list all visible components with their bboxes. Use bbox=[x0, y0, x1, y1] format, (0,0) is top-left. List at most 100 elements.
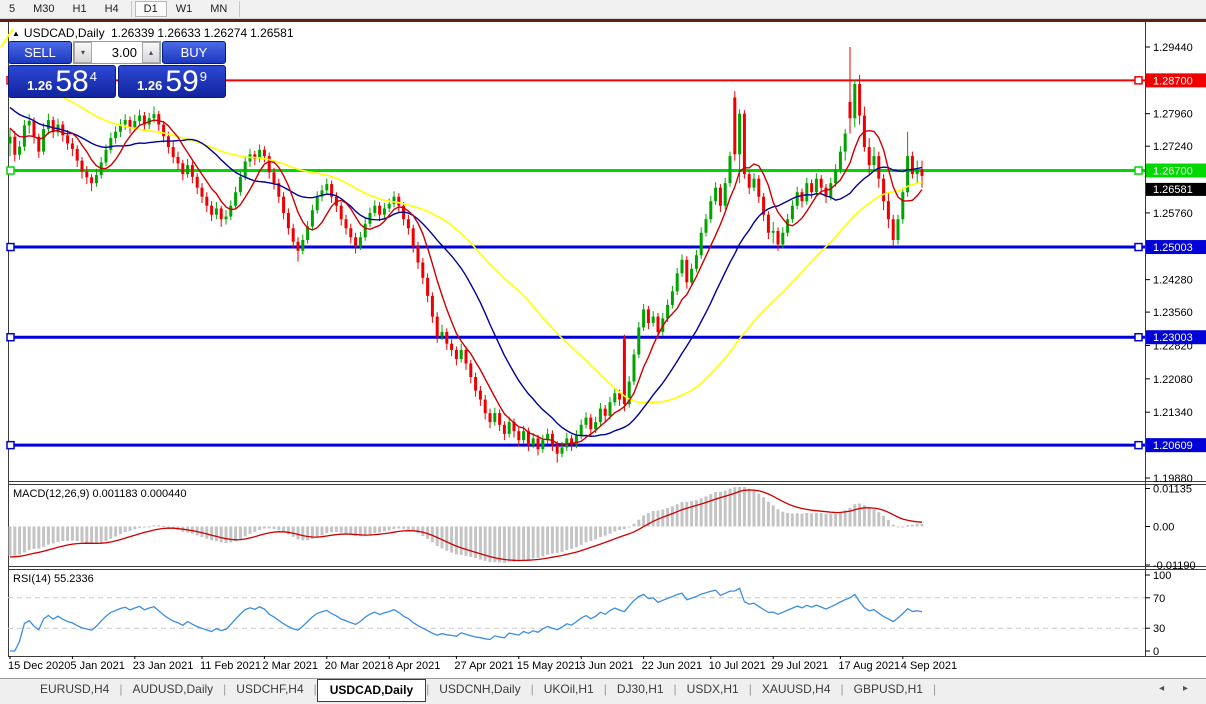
rsi-scale-label: 0 bbox=[1153, 646, 1159, 658]
date-tick-label: 3 Jun 2021 bbox=[579, 660, 633, 672]
timeframe-button-h1[interactable]: H1 bbox=[64, 1, 96, 17]
candle-down bbox=[766, 214, 770, 233]
timeframe-button-d1[interactable]: D1 bbox=[134, 1, 167, 17]
timeframe-button-h4[interactable]: H4 bbox=[96, 1, 128, 17]
candle-up bbox=[214, 208, 218, 215]
tab-scroll-arrows[interactable]: ◂ ▸ bbox=[1159, 679, 1206, 694]
hline-handle bbox=[1134, 242, 1143, 252]
candle-up bbox=[915, 169, 919, 175]
pane-frames bbox=[8, 22, 1206, 657]
candle-up bbox=[373, 205, 377, 213]
price-tick-label: 1.23560 bbox=[1153, 307, 1193, 319]
candle-down bbox=[882, 178, 886, 202]
date-tick-label: 20 Mar 2021 bbox=[325, 660, 387, 672]
candle-up bbox=[829, 183, 833, 197]
buy-price-main: 59 bbox=[165, 65, 199, 98]
tab-usdx-h1[interactable]: USDX,H1 bbox=[677, 679, 749, 700]
candle-down bbox=[291, 228, 295, 242]
candle-up bbox=[493, 413, 497, 423]
candle-up bbox=[690, 268, 694, 283]
date-tick-label: 10 Jul 2021 bbox=[709, 660, 766, 672]
candle-down bbox=[483, 399, 487, 414]
rsi-pane: 100 70 30 0 bbox=[8, 570, 1171, 658]
tab-xauusd-h4[interactable]: XAUUSD,H4 bbox=[752, 679, 841, 700]
candle-up bbox=[224, 216, 228, 220]
candle-up bbox=[723, 183, 727, 206]
candle-up bbox=[795, 192, 799, 206]
timeframe-button-w1[interactable]: W1 bbox=[167, 1, 202, 17]
candle-up bbox=[709, 201, 713, 220]
sell-button[interactable]: SELL bbox=[8, 41, 72, 64]
tab-audusd-daily[interactable]: AUDUSD,Daily bbox=[122, 679, 223, 700]
candle-up bbox=[392, 196, 396, 204]
candle-up bbox=[651, 316, 655, 323]
candle-up bbox=[670, 291, 674, 305]
candle-up bbox=[109, 138, 113, 150]
candle-down bbox=[742, 113, 746, 175]
price-tick-label: 1.25760 bbox=[1153, 208, 1193, 220]
volume-input[interactable]: 3.00 bbox=[92, 42, 142, 63]
tab-usdcnh-daily[interactable]: USDCNH,Daily bbox=[429, 679, 530, 700]
candle-down bbox=[622, 339, 626, 405]
timeframe-button-5[interactable]: 5 bbox=[0, 1, 24, 17]
hline-handle bbox=[6, 440, 15, 450]
hline-handle bbox=[6, 242, 15, 252]
candle-down bbox=[75, 148, 79, 161]
date-tick-label: 4 Sep 2021 bbox=[901, 660, 957, 672]
candle-down bbox=[349, 228, 353, 238]
candle-up bbox=[546, 433, 550, 441]
candle-down bbox=[867, 147, 871, 166]
candle-down bbox=[330, 184, 334, 197]
candle-up bbox=[138, 115, 142, 121]
timeframe-button-mn[interactable]: MN bbox=[201, 1, 236, 17]
tab-usdchf-h4[interactable]: USDCHF,H4 bbox=[226, 679, 313, 700]
candle-down bbox=[253, 154, 257, 159]
candle-up bbox=[680, 259, 684, 274]
candle-down bbox=[430, 295, 434, 317]
rsi-scale-label: 70 bbox=[1153, 593, 1165, 605]
candle-up bbox=[440, 331, 444, 337]
ma-slow-line bbox=[9, 67, 923, 404]
candle-up bbox=[363, 223, 367, 238]
candle-down bbox=[848, 102, 852, 119]
candle-up bbox=[238, 176, 242, 193]
candle-down bbox=[570, 438, 574, 445]
candle-up bbox=[94, 175, 98, 184]
buy-price-button[interactable]: 1.26 59 9 bbox=[118, 65, 226, 98]
svg-text:1.25003: 1.25003 bbox=[1153, 242, 1193, 254]
candle-up bbox=[507, 422, 511, 434]
candle-down bbox=[474, 377, 478, 391]
horizontal-lines[interactable]: 1.28700 1.26700 1.25003 1.23003 1.20609 bbox=[6, 73, 1206, 453]
tab-eurusd-h4[interactable]: EURUSD,H4 bbox=[30, 679, 119, 700]
candle-up bbox=[608, 402, 612, 416]
candle-up bbox=[325, 184, 329, 191]
timeframe-button-m30[interactable]: M30 bbox=[24, 1, 63, 17]
mt4-chart-window: { "toolbar": { "items": [ {"label":"5","… bbox=[0, 0, 1206, 704]
chart-canvas[interactable]: 1.29440 1.27960 1.27240 1.25760 1.24280 1.235… bbox=[0, 0, 1206, 704]
candle-up bbox=[598, 408, 602, 423]
candle-down bbox=[800, 192, 804, 202]
tab-gbpusd-h1[interactable]: GBPUSD,H1 bbox=[844, 679, 933, 700]
candle-up bbox=[906, 156, 910, 193]
candle-down bbox=[262, 149, 266, 157]
hline-handle bbox=[1134, 166, 1143, 175]
date-tick-label: 2 Mar 2021 bbox=[262, 660, 318, 672]
candle-up bbox=[104, 149, 108, 163]
tab-ukoil-h1[interactable]: UKOil,H1 bbox=[534, 679, 604, 700]
candle-up bbox=[843, 133, 847, 152]
buy-button[interactable]: BUY bbox=[162, 41, 226, 64]
candle-down bbox=[286, 212, 290, 229]
date-tick-label: 15 May 2021 bbox=[517, 660, 581, 672]
tab-dj30-h1[interactable]: DJ30,H1 bbox=[607, 679, 674, 700]
hline-price-badge bbox=[1146, 240, 1206, 255]
candle-down bbox=[469, 363, 473, 378]
title-marker-icon: ▲ bbox=[12, 29, 20, 38]
sell-price-button[interactable]: 1.26 58 4 bbox=[8, 65, 116, 98]
candle-down bbox=[454, 349, 458, 359]
candle-up bbox=[133, 120, 137, 128]
volume-increase-button[interactable]: ▴ bbox=[142, 42, 160, 63]
candle-down bbox=[426, 277, 430, 296]
candle-up bbox=[387, 203, 391, 209]
tab-usdcad-daily[interactable]: USDCAD,Daily bbox=[316, 679, 427, 702]
volume-decrease-button[interactable]: ▾ bbox=[74, 42, 92, 63]
